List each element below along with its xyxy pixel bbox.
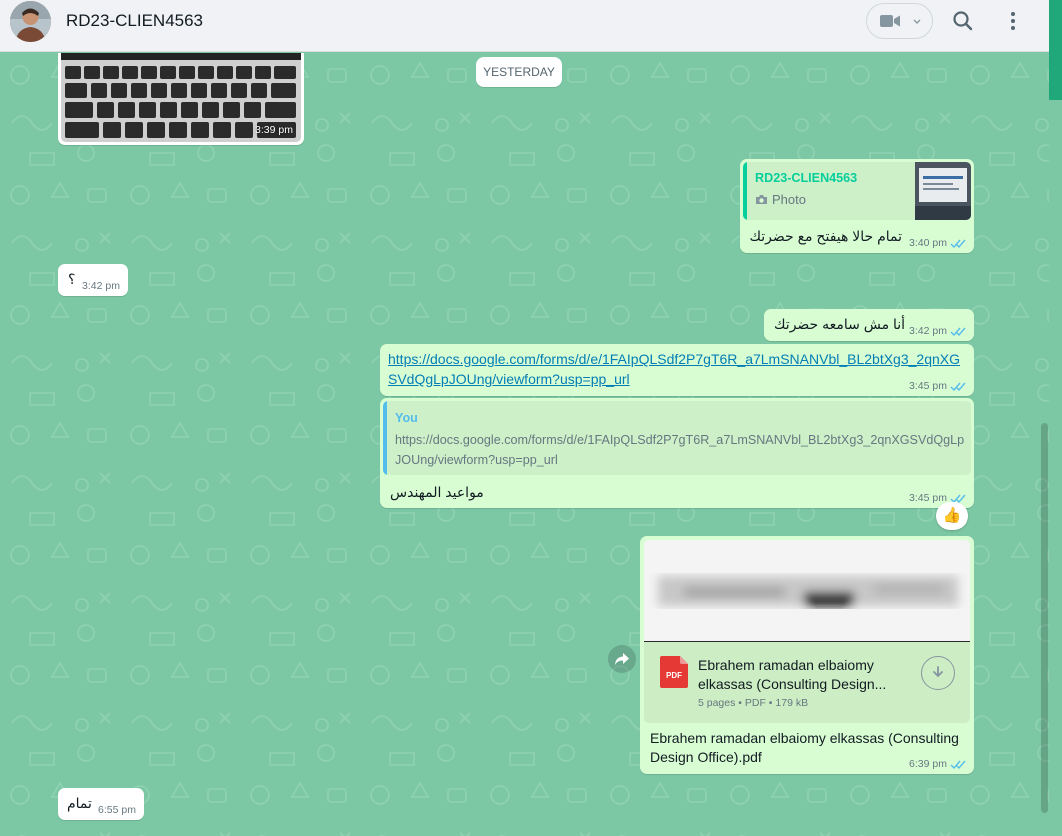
video-call-button[interactable]	[866, 3, 933, 39]
date-separator: YESTERDAY	[476, 57, 562, 87]
message-time: 3:45 pm	[909, 492, 947, 504]
message-time: 3:45 pm	[909, 380, 947, 392]
message-meta: 3:45 pm	[909, 380, 966, 392]
message-text: أنا مش سامعه حضرتك	[774, 316, 906, 332]
outgoing-reply-link-message[interactable]: You https://docs.google.com/forms/d/e/1F…	[380, 398, 974, 508]
outgoing-text-message[interactable]: أنا مش سامعه حضرتك 3:42 pm	[764, 309, 974, 341]
blurred-document-page	[644, 540, 970, 641]
camera-icon	[756, 195, 767, 204]
quoted-photo-thumbnail	[915, 162, 971, 220]
quoted-sender-name: You	[395, 411, 418, 425]
message-text: مواعيد المهندس	[390, 484, 484, 500]
quoted-media-label: Photo	[755, 192, 806, 207]
read-receipt-icon	[950, 239, 966, 248]
quote-accent-bar	[383, 401, 387, 475]
pdf-badge-label: PDF	[666, 671, 682, 680]
document-file-info: 5 pages • PDF • 179 kB	[698, 697, 809, 709]
message-meta: 6:55 pm	[98, 804, 136, 816]
quoted-message[interactable]: RD23-CLIEN4563 Photo	[743, 162, 971, 220]
incoming-text-message[interactable]: ؟ 3:42 pm	[58, 264, 128, 296]
outgoing-reply-message[interactable]: RD23-CLIEN4563 Photo تمام حالا هيفتح مع …	[740, 159, 974, 253]
message-time: 3:42 pm	[909, 325, 947, 337]
download-button[interactable]	[921, 656, 955, 690]
chat-scrollbar[interactable]	[1041, 423, 1048, 813]
quoted-text: https://docs.google.com/forms/d/e/1FAIpQ…	[395, 433, 965, 467]
read-receipt-icon	[950, 327, 966, 336]
message-meta: 3:40 pm	[909, 237, 966, 249]
message-reaction[interactable]: 👍	[936, 502, 968, 530]
window-accent-strip	[1049, 0, 1062, 100]
chevron-down-icon	[913, 19, 921, 24]
read-receipt-icon	[950, 760, 966, 769]
message-time: 6:55 pm	[98, 804, 136, 816]
quote-accent-bar	[743, 162, 747, 220]
forward-icon	[615, 653, 629, 665]
menu-icon[interactable]	[1000, 8, 1026, 34]
message-time: 3:39 pm	[255, 124, 293, 136]
download-icon	[933, 666, 943, 678]
read-receipt-icon	[950, 382, 966, 391]
quoted-message[interactable]: You https://docs.google.com/forms/d/e/1F…	[383, 401, 971, 475]
outgoing-document-message[interactable]: PDF Ebrahem ramadan elbaiomy elkassas (C…	[640, 536, 974, 774]
outgoing-link-message[interactable]: https://docs.google.com/forms/d/e/1FAIpQ…	[380, 344, 974, 396]
document-file-name: Ebrahem ramadan elbaiomy elkassas (Consu…	[698, 657, 887, 692]
video-call-icon	[880, 15, 900, 27]
message-text: ؟	[68, 271, 76, 287]
document-file-card[interactable]: PDF Ebrahem ramadan elbaiomy elkassas (C…	[644, 641, 970, 723]
message-meta: 6:39 pm	[909, 758, 966, 770]
contact-avatar[interactable]	[10, 1, 51, 42]
message-time: 3:42 pm	[82, 280, 120, 292]
message-link[interactable]: https://docs.google.com/forms/d/e/1FAIpQ…	[388, 349, 968, 389]
document-preview-thumbnail[interactable]	[644, 540, 970, 641]
quoted-sender-name: RD23-CLIEN4563	[755, 171, 858, 185]
quoted-media-type: Photo	[772, 192, 806, 207]
message-time: 6:39 pm	[909, 758, 947, 770]
chat-header: RD23-CLIEN4563	[0, 0, 1062, 52]
message-meta: 3:42 pm	[909, 325, 966, 337]
contact-name[interactable]: RD23-CLIEN4563	[66, 11, 203, 31]
incoming-photo-message[interactable]: 3:39 pm	[58, 53, 304, 145]
message-meta: 3:42 pm	[82, 280, 120, 292]
message-photo[interactable]: 3:39 pm	[61, 53, 301, 142]
message-time: 3:40 pm	[909, 237, 947, 249]
chat-area[interactable]: YESTERDAY 3:39 pm RD23-CLIEN4563 Photo ت…	[0, 53, 1049, 836]
forward-button[interactable]	[608, 645, 636, 673]
pdf-file-icon: PDF	[660, 656, 688, 688]
message-text: تمام	[67, 795, 92, 811]
incoming-text-message[interactable]: تمام 6:55 pm	[58, 788, 144, 820]
message-text: تمام حالا هيفتح مع حضرتك	[749, 228, 902, 244]
search-icon[interactable]	[950, 8, 976, 34]
